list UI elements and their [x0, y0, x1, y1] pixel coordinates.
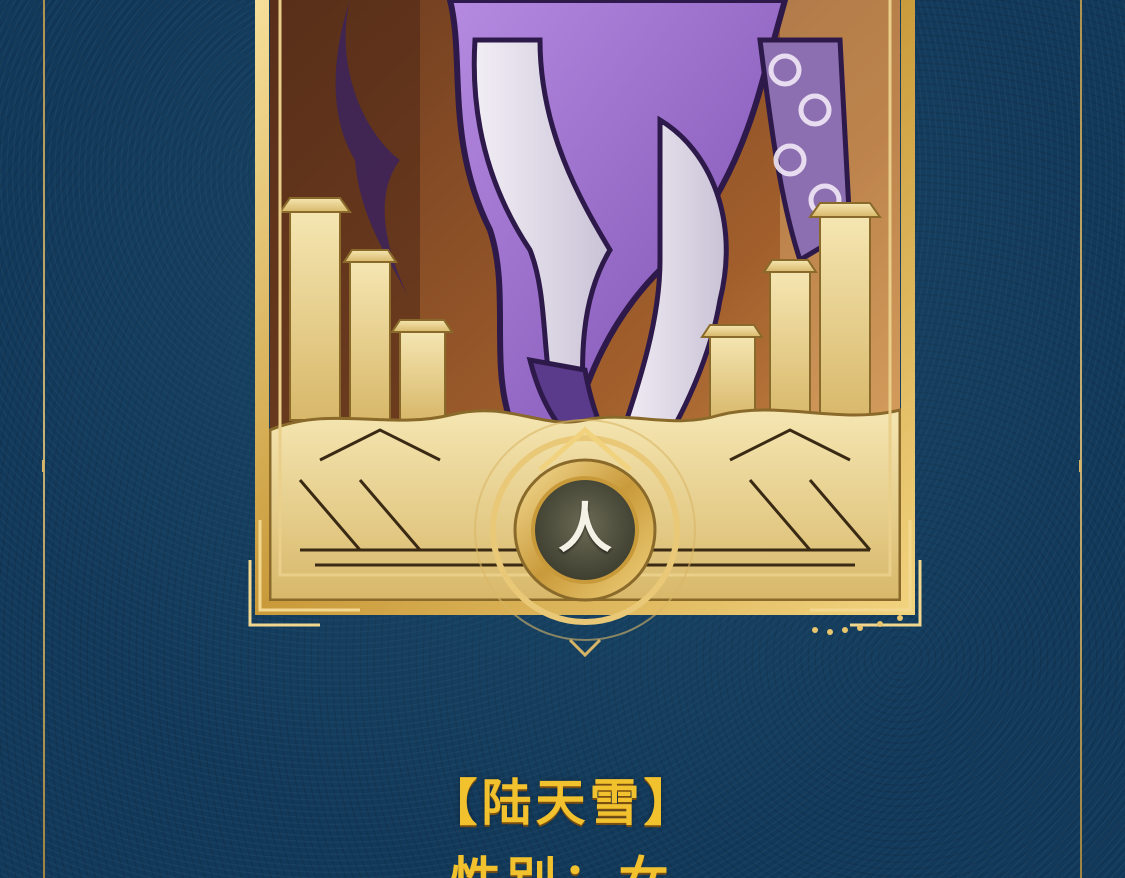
character-caption: 【陆天雪】 性别：女: [0, 768, 1125, 878]
character-name-line: 【陆天雪】: [0, 768, 1125, 838]
card-page: 人 【陆天雪】 性别：女: [0, 0, 1125, 878]
character-card: 人: [240, 0, 930, 660]
name-open-bracket: 【: [427, 773, 482, 832]
right-border-line: [1080, 0, 1082, 878]
right-border-tick: [1079, 460, 1089, 472]
left-border-line: [43, 0, 45, 878]
name-close-bracket: 】: [643, 773, 698, 832]
left-border-tick: [42, 460, 52, 472]
character-name: 陆天雪: [481, 773, 644, 832]
character-gender: 性别：女: [0, 846, 1125, 878]
emblem-glyph: 人: [558, 496, 612, 560]
